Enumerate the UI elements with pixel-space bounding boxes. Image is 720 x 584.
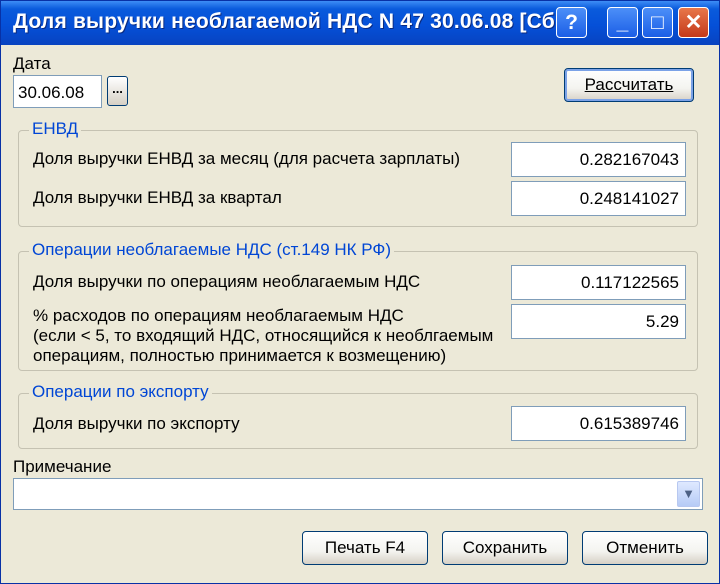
window-title: Доля выручки необлагаемой НДС N 47 30.06… [13,10,555,33]
nds-group-title: Операции необлагаемые НДС (ст.149 НК РФ) [29,240,395,260]
nds-share-label: Доля выручки по операциям необлагаемым Н… [33,272,421,291]
dialog-window: Доля выручки необлагаемой НДС N 47 30.06… [0,0,720,584]
save-button[interactable]: Сохранить [442,531,568,565]
date-input[interactable]: 30.06.08 [13,75,102,108]
nds-expense-label-line2: (если < 5, то входящий НДС, относящийся … [33,326,494,345]
export-group-title: Операции по экспорту [29,382,212,402]
calculate-button-label: Рассчитать [584,75,674,94]
nds-expense-label-line1: % расходов по операциям необлагаемым НДС [33,306,404,325]
nds-expense-label-line3: операциям, полностью принимается к возме… [33,346,447,365]
envd-month-field[interactable]: 0.282167043 [511,142,686,177]
chevron-down-icon[interactable]: ▼ [677,481,700,507]
title-bar[interactable]: Доля выручки необлагаемой НДС N 47 30.06… [1,1,719,45]
note-combobox[interactable]: ▼ [13,478,703,510]
envd-quarter-field[interactable]: 0.248141027 [511,181,686,216]
print-button[interactable]: Печать F4 [302,531,428,565]
envd-month-label: Доля выручки ЕНВД за месяц (для расчета … [33,149,461,168]
export-share-label: Доля выручки по экспорту [33,414,240,433]
export-share-field[interactable]: 0.615389746 [511,406,686,441]
nds-share-field[interactable]: 0.117122565 [511,265,686,300]
maximize-button[interactable]: □ [642,7,673,38]
date-label: Дата [13,54,51,73]
help-button[interactable]: ? [556,7,587,38]
nds-expense-field[interactable]: 5.29 [511,304,686,339]
note-label: Примечание [13,457,112,476]
date-picker-button[interactable]: ... [107,76,128,106]
envd-quarter-label: Доля выручки ЕНВД за квартал [33,188,282,207]
cancel-button[interactable]: Отменить [582,531,708,565]
envd-group-title: ЕНВД [29,119,82,139]
calculate-button[interactable]: Рассчитать [564,68,694,102]
minimize-button[interactable]: _ [607,7,638,38]
close-button[interactable]: ✕ [678,7,709,38]
